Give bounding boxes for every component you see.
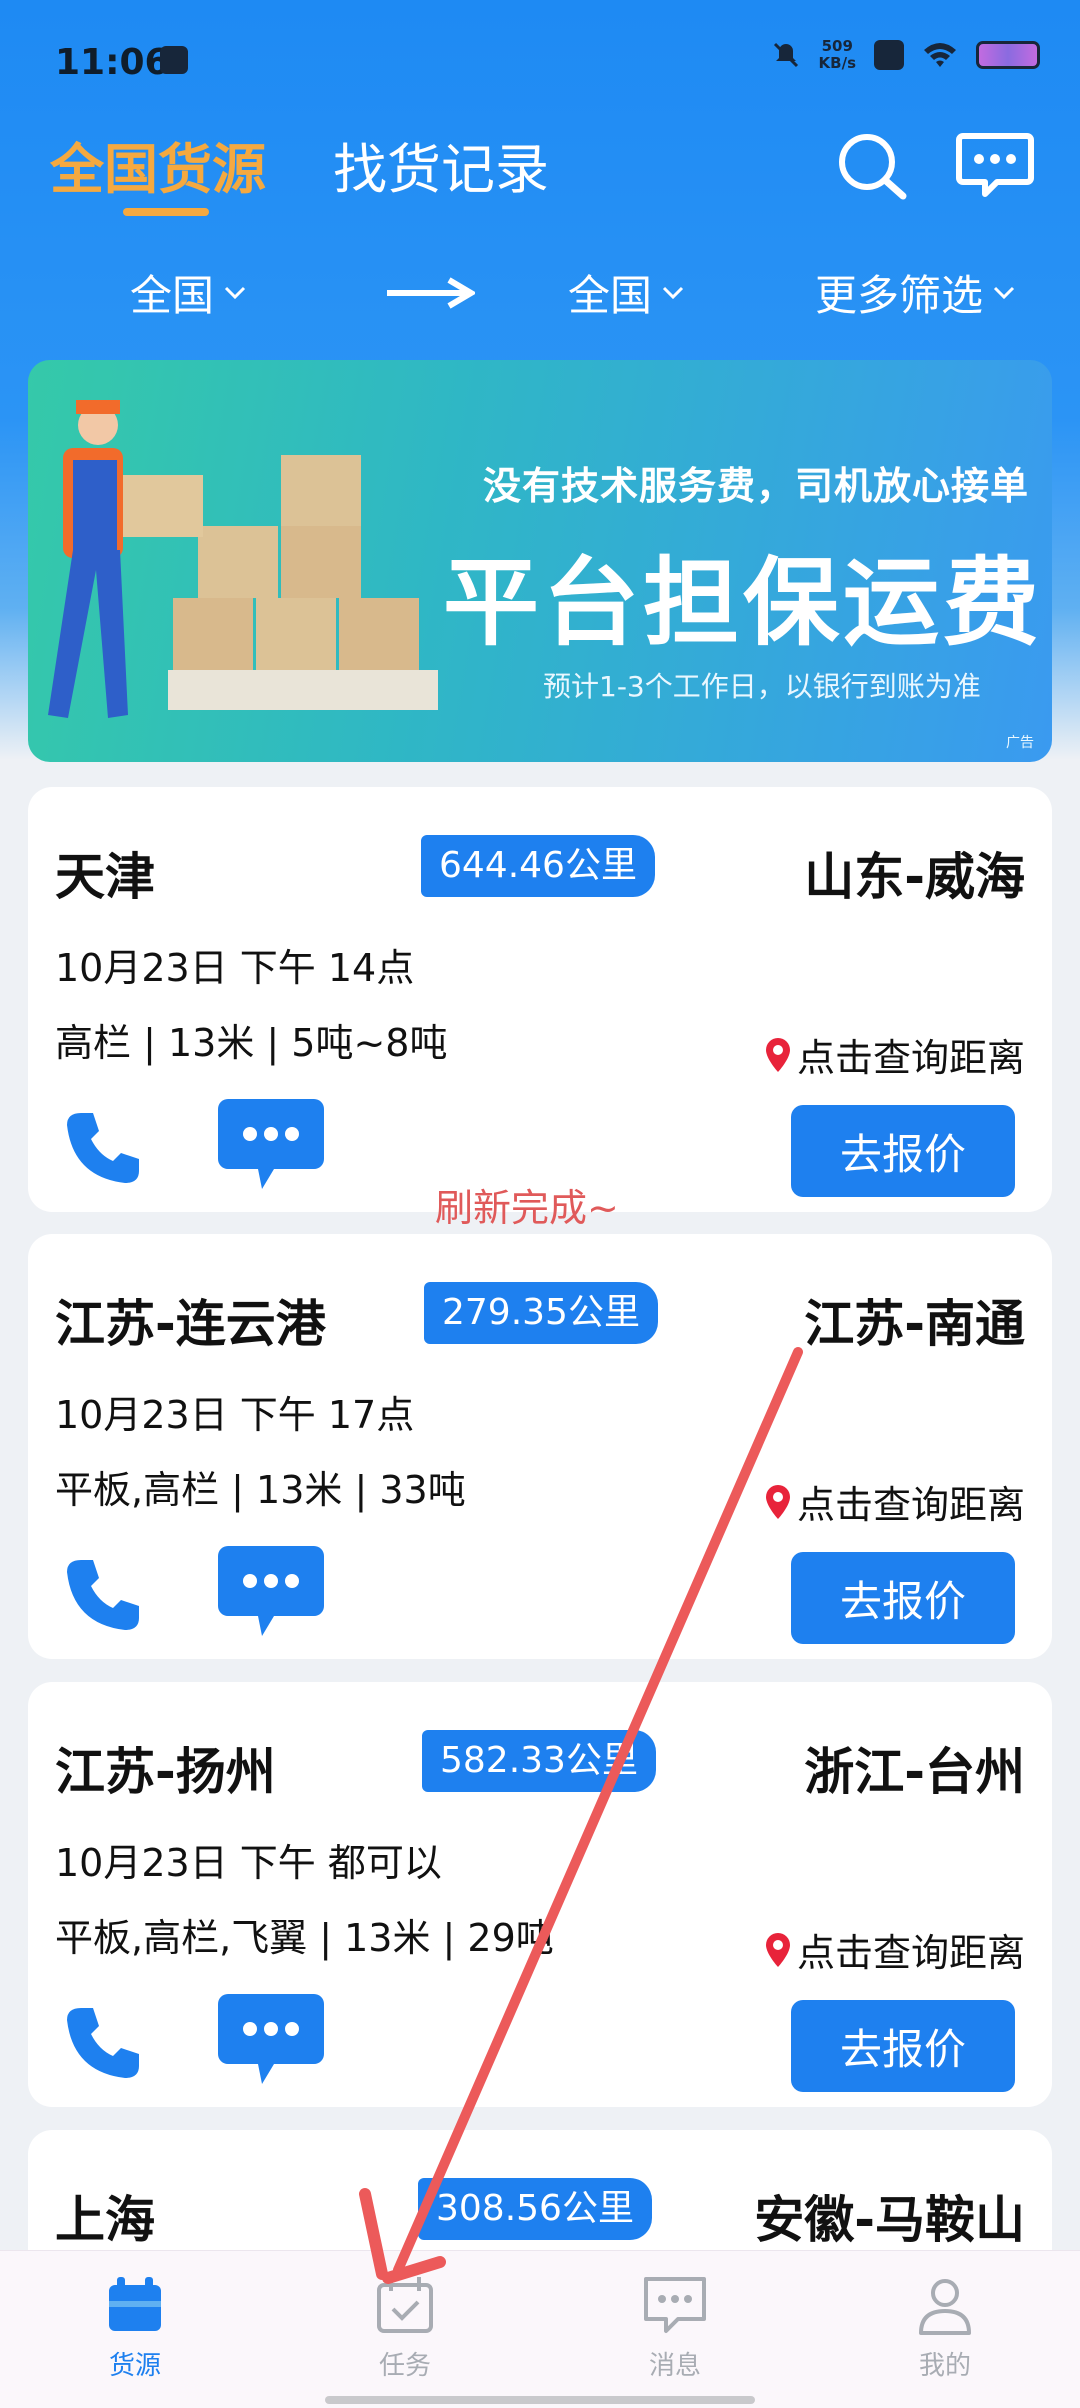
nav-message-label: 消息 [648,2351,701,2381]
status-bar: 11:06 509 KB/s [0,0,1080,125]
location-pin-icon [765,1932,790,1967]
origin-filter-label: 全国 [130,271,215,320]
nav-task-label: 任务 [378,2351,431,2381]
destination-filter[interactable]: 全国 [568,262,684,323]
query-distance-label: 点击查询距离 [796,1036,1025,1080]
tab-cargo-history[interactable]: 找货记录 [333,125,549,204]
battery-icon [976,41,1040,69]
phone-icon[interactable] [63,2002,143,2082]
more-filters-label: 更多筛选 [815,271,984,320]
phone-icon[interactable] [63,1107,143,1187]
cargo-card[interactable]: 江苏-扬州 582.33公里 浙江-台州 10月23日 下午 都可以 平板,高栏… [28,1682,1052,2107]
query-distance-label: 点击查询距离 [796,1483,1025,1527]
route-arrow-icon [387,277,475,309]
truck-spec: 平板,高栏 | 13米 | 33吨 [55,1468,466,1512]
origin-city: 天津 [55,848,155,906]
destination-city: 山东-威海 [804,848,1025,906]
origin-city: 江苏-连云港 [55,1295,326,1353]
network-speed: 509 KB/s [818,37,856,72]
status-right: 509 KB/s [771,38,1040,72]
location-pin-icon [765,1037,790,1072]
cargo-card[interactable]: 天津 644.46公里 山东-威海 10月23日 下午 14点 高栏 | 13米… [28,787,1052,1212]
nav-profile-label: 我的 [918,2351,971,2381]
query-distance-link[interactable]: 点击查询距离 [765,1922,1025,1977]
profile-icon [919,2279,971,2335]
worker-boxes-illustration [48,400,438,718]
quote-button[interactable]: 去报价 [791,1552,1015,1644]
chevron-down-icon [224,286,246,299]
location-pin-icon [765,1484,790,1519]
origin-filter[interactable]: 全国 [130,262,246,323]
query-distance-link[interactable]: 点击查询距离 [765,1027,1025,1082]
sim-icon [874,40,904,70]
quote-button[interactable]: 去报价 [791,2000,1015,2092]
notification-icon [160,46,188,74]
mute-icon [773,42,798,68]
destination-city: 安徽-马鞍山 [754,2191,1025,2249]
bottom-navigation: 货源 任务 消息 我的 [0,2250,1080,2408]
truck-spec: 高栏 | 13米 | 5吨~8吨 [55,1021,448,1065]
destination-city: 浙江-台州 [804,1743,1025,1801]
load-time: 10月23日 下午 都可以 [55,1841,442,1885]
distance-badge: 582.33公里 [422,1730,656,1792]
message-icon [644,2277,706,2333]
distance-badge: 644.46公里 [421,835,655,897]
chat-bubble-icon[interactable] [218,1546,324,1640]
more-filters[interactable]: 更多筛选 [815,262,1015,323]
refresh-toast: 刷新完成~ [435,1186,619,1230]
distance-badge: 279.35公里 [424,1282,658,1344]
nav-task[interactable]: 任务 [270,2251,540,2408]
task-icon [377,2277,433,2333]
chevron-down-icon [662,286,684,299]
destination-city: 江苏-南通 [804,1295,1025,1353]
cargo-icon [109,2277,161,2331]
origin-city: 江苏-扬州 [55,1743,276,1801]
tab-national-cargo[interactable]: 全国货源 [50,125,266,204]
tab-active-indicator [123,208,209,216]
banner-line3: 预计1-3个工作日，以银行到账为准 [543,670,981,703]
nav-cargo-label: 货源 [108,2351,161,2381]
chat-bubble-icon[interactable] [218,1099,324,1193]
wifi-icon [924,43,956,67]
destination-filter-label: 全国 [568,271,653,320]
chevron-down-icon [993,286,1015,299]
home-indicator[interactable] [325,2396,755,2404]
ad-label: 广告 [1006,735,1034,751]
load-time: 10月23日 下午 17点 [55,1393,415,1437]
nav-profile[interactable]: 我的 [810,2251,1080,2408]
nav-cargo[interactable]: 货源 [0,2251,270,2408]
cargo-card[interactable]: 江苏-连云港 279.35公里 江苏-南通 10月23日 下午 17点 平板,高… [28,1234,1052,1659]
chat-bubble-icon[interactable] [218,1994,324,2088]
query-distance-link[interactable]: 点击查询距离 [765,1474,1025,1529]
chat-icon[interactable] [955,130,1035,200]
promo-banner[interactable]: 没有技术服务费，司机放心接单 平台担保运费 预计1-3个工作日，以银行到账为准 … [28,360,1052,762]
truck-spec: 平板,高栏,飞翼 | 13米 | 29吨 [55,1916,554,1960]
status-time: 11:06 [55,42,170,83]
distance-badge: 308.56公里 [418,2178,652,2240]
quote-button[interactable]: 去报价 [791,1105,1015,1197]
nav-message[interactable]: 消息 [540,2251,810,2408]
banner-headline: 平台担保运费 [443,547,1043,659]
banner-line1: 没有技术服务费，司机放心接单 [483,464,1030,508]
search-icon[interactable] [835,130,909,200]
load-time: 10月23日 下午 14点 [55,946,415,990]
phone-icon[interactable] [63,1554,143,1634]
query-distance-label: 点击查询距离 [796,1931,1025,1975]
origin-city: 上海 [55,2191,155,2249]
